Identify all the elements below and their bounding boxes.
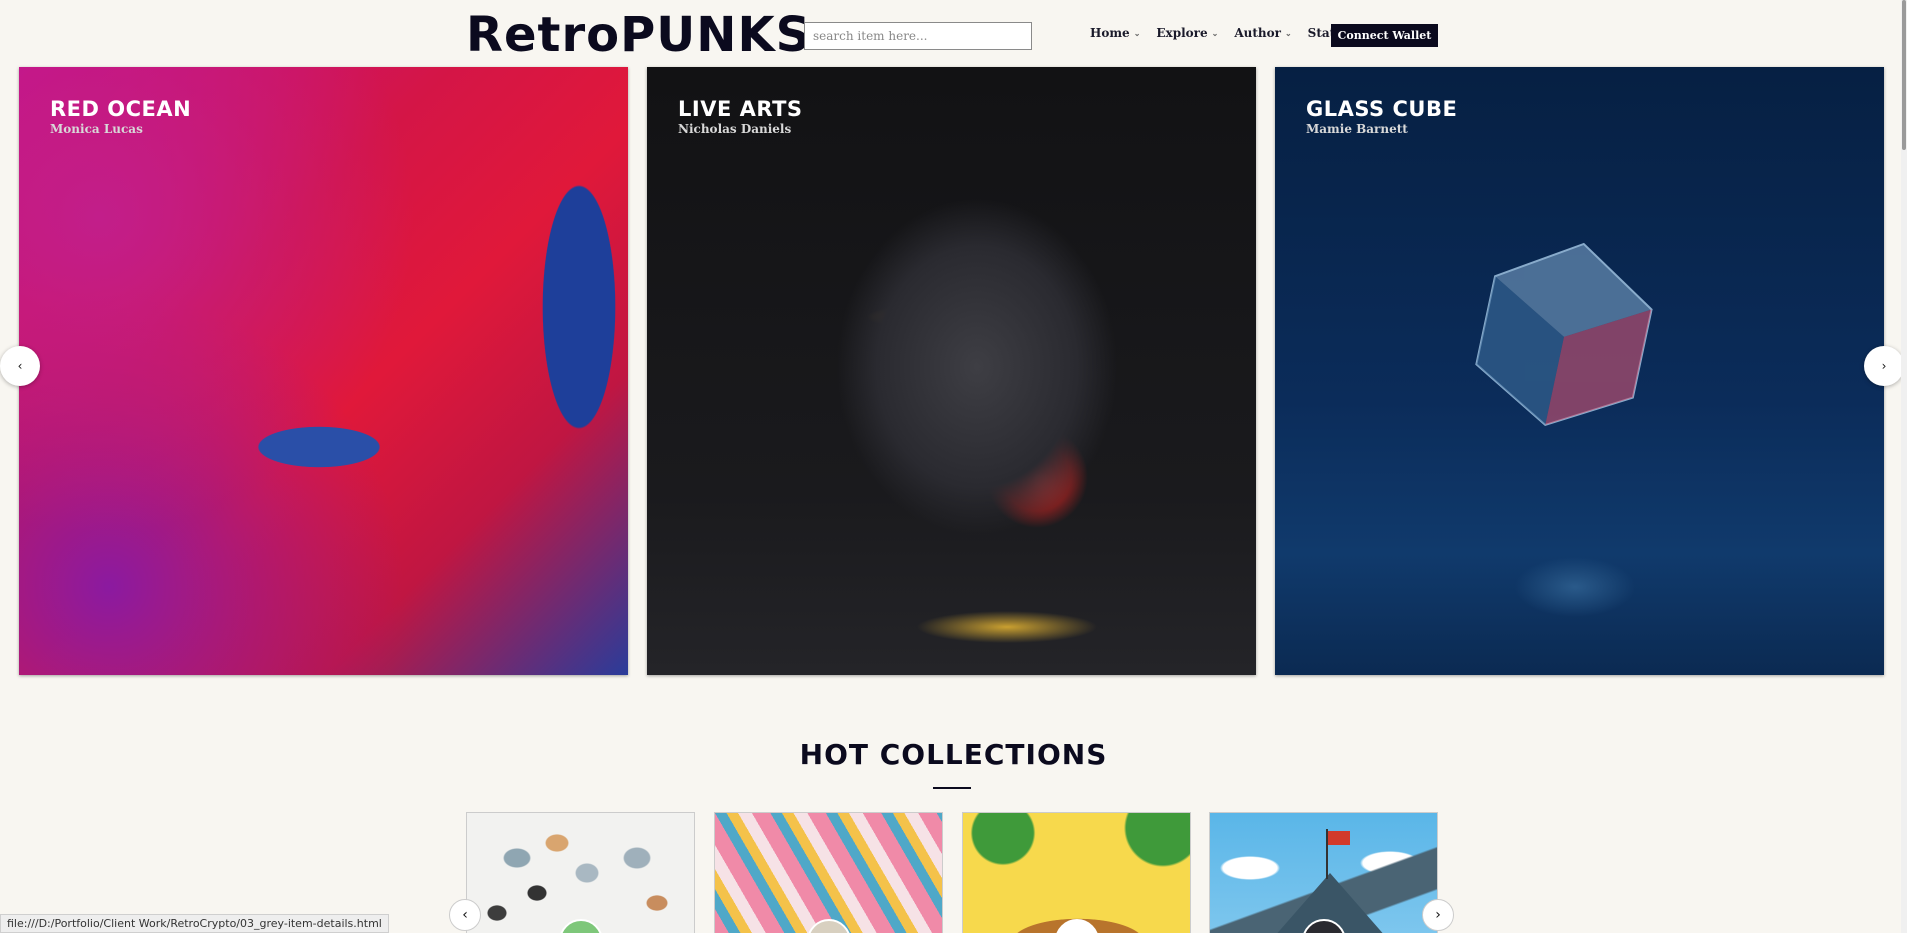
chevron-right-icon: › (1435, 907, 1441, 923)
connect-wallet-button[interactable]: Connect Wallet (1331, 24, 1438, 47)
slide-title: GLASS CUBE (1306, 97, 1458, 121)
nav-explore-label: Explore (1156, 26, 1208, 40)
collection-avatar[interactable] (558, 919, 603, 933)
nav-author-label: Author (1234, 26, 1281, 40)
collection-avatar[interactable] (806, 919, 851, 933)
collection-card[interactable] (466, 812, 695, 933)
site-header: RetroPUNKS Home ⌄ Explore ⌄ Author ⌄ Sta… (0, 0, 1907, 66)
collection-card[interactable] (962, 812, 1191, 933)
nav-home[interactable]: Home ⌄ (1090, 26, 1140, 40)
slide-title: LIVE ARTS (678, 97, 803, 121)
slide-author[interactable]: Monica Lucas (50, 122, 143, 136)
chevron-left-icon: ‹ (462, 907, 468, 923)
collection-card[interactable] (1209, 812, 1438, 933)
nav-explore[interactable]: Explore ⌄ (1156, 26, 1218, 40)
site-logo[interactable]: RetroPUNKS (466, 8, 811, 62)
chevron-right-icon: › (1881, 359, 1887, 373)
page-scrollbar-thumb[interactable] (1902, 0, 1906, 150)
carousel-next-button[interactable]: › (1864, 346, 1904, 386)
carousel-slide[interactable]: RED OCEAN Monica Lucas (19, 67, 628, 675)
slide-artwork (19, 67, 628, 675)
collections-prev-button[interactable]: ‹ (449, 899, 481, 931)
carousel-prev-button[interactable]: ‹ (0, 346, 40, 386)
flag-image (1328, 831, 1350, 845)
main-nav: Home ⌄ Explore ⌄ Author ⌄ Stats ⌄ (1090, 26, 1353, 40)
slide-title: RED OCEAN (50, 97, 192, 121)
section-divider (933, 787, 971, 789)
collection-card[interactable] (714, 812, 943, 933)
chevron-down-icon: ⌄ (1284, 28, 1292, 38)
nav-author[interactable]: Author ⌄ (1234, 26, 1291, 40)
carousel-slide[interactable]: GLASS CUBE Mamie Barnett (1275, 67, 1884, 675)
chevron-left-icon: ‹ (17, 359, 23, 373)
nav-home-label: Home (1090, 26, 1130, 40)
search-input[interactable] (804, 22, 1032, 50)
collection-avatar[interactable] (1054, 919, 1099, 933)
carousel-slide[interactable]: LIVE ARTS Nicholas Daniels (647, 67, 1256, 675)
section-title: HOT COLLECTIONS (799, 738, 1108, 771)
chevron-down-icon: ⌄ (1211, 28, 1219, 38)
browser-status-bar: file:///D:/Portfolio/Client Work/RetroCr… (0, 914, 389, 933)
slide-artwork (647, 67, 1256, 675)
slide-author[interactable]: Nicholas Daniels (678, 122, 791, 136)
chevron-down-icon: ⌄ (1133, 28, 1141, 38)
collections-next-button[interactable]: › (1422, 899, 1454, 931)
slide-author[interactable]: Mamie Barnett (1306, 122, 1408, 136)
glass-cube-image (1475, 242, 1653, 427)
